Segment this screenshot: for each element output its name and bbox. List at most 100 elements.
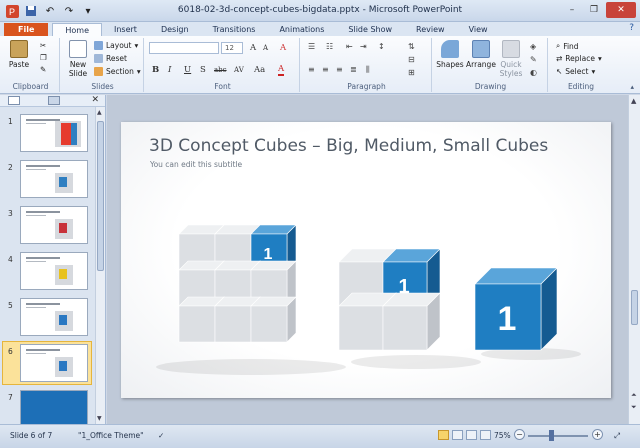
pane-scrollbar[interactable]: ▲ ▼ xyxy=(95,107,105,424)
line-spacing-icon[interactable]: ↕ xyxy=(378,42,385,51)
change-case-button[interactable]: Aa xyxy=(254,65,265,75)
slideshow-icon[interactable] xyxy=(480,430,491,440)
slides-group: New Slide Layout ▾ Reset Section ▾ Slide… xyxy=(62,38,144,92)
decrease-indent-icon[interactable]: ⇤ xyxy=(346,42,353,51)
big-cube-block-front xyxy=(178,305,216,343)
section-button[interactable]: Section ▾ xyxy=(94,67,141,76)
text-direction-icon[interactable]: ⇅ xyxy=(408,42,415,51)
shapes-icon xyxy=(441,40,459,58)
find-icon: ⌕ xyxy=(556,41,561,50)
shrink-font-button[interactable]: A xyxy=(263,44,268,52)
reset-button[interactable]: Reset xyxy=(94,54,127,63)
quick-styles-button[interactable]: Quick Styles xyxy=(498,40,524,78)
medium-cube-block-front xyxy=(338,305,384,351)
zoom-out-icon[interactable]: − xyxy=(514,429,525,440)
slide-thumbnail-image xyxy=(20,344,88,382)
slide-indicator: Slide 6 of 7 xyxy=(10,431,53,440)
zoom-slider[interactable] xyxy=(528,435,588,437)
justify-icon[interactable]: ≣ xyxy=(350,65,357,74)
slide-number: 1 xyxy=(8,117,13,126)
shadow-button[interactable]: S xyxy=(200,65,206,75)
next-slide-icon[interactable]: ⏷ xyxy=(631,403,637,412)
copy-icon[interactable]: ❐ xyxy=(40,53,47,62)
reading-view-icon[interactable] xyxy=(466,430,477,440)
current-slide[interactable]: 3D Concept Cubes – Big, Medium, Small Cu… xyxy=(121,122,611,398)
tab-view[interactable]: View xyxy=(457,23,500,36)
replace-button[interactable]: ⇄ Replace ▾ xyxy=(556,54,602,63)
tab-transitions[interactable]: Transitions xyxy=(201,23,268,36)
normal-view-icon[interactable] xyxy=(438,430,449,440)
tab-insert[interactable]: Insert xyxy=(102,23,149,36)
font-size-input[interactable]: 12 xyxy=(221,42,243,54)
zoom-level[interactable]: 75% xyxy=(494,431,511,440)
align-left-icon[interactable]: ≡ xyxy=(308,65,315,74)
quick-styles-icon xyxy=(502,40,520,58)
tab-slide-show[interactable]: Slide Show xyxy=(336,23,404,36)
zoom-in-icon[interactable]: + xyxy=(592,429,603,440)
minimize-button[interactable]: – xyxy=(562,2,582,18)
tab-design[interactable]: Design xyxy=(149,23,201,36)
maximize-button[interactable]: ❐ xyxy=(584,2,604,18)
arrange-button[interactable]: Arrange xyxy=(466,40,496,69)
find-button[interactable]: ⌕ Find xyxy=(556,41,579,51)
scroll-up-icon[interactable]: ▲ xyxy=(97,109,102,116)
align-text-icon[interactable]: ⊟ xyxy=(408,55,415,64)
close-button[interactable]: ✕ xyxy=(606,2,636,18)
bold-button[interactable]: B xyxy=(152,65,159,75)
close-pane-icon[interactable]: ✕ xyxy=(91,95,99,105)
align-center-icon[interactable]: ≡ xyxy=(322,65,329,74)
increase-indent-icon[interactable]: ⇥ xyxy=(360,42,367,51)
slide-scrollbar[interactable]: ▲ ⏶ ⏷ xyxy=(628,95,640,424)
fit-slide-icon[interactable]: ⤢ xyxy=(614,431,620,441)
slide-scroll-thumb[interactable] xyxy=(631,290,638,325)
strikethrough-button[interactable]: abc xyxy=(214,66,227,74)
bullets-icon[interactable]: ☰ xyxy=(308,42,315,51)
title-bar: P ↶ ↷ ▾ 6018-02-3d-concept-cubes-bigdata… xyxy=(0,0,640,22)
clear-formatting-button[interactable]: A xyxy=(280,43,286,53)
grow-font-button[interactable]: A xyxy=(250,43,256,53)
italic-button[interactable]: I xyxy=(168,65,171,75)
ribbon: Paste ✂ ❐ ✎ Clipboard New Slide Layout ▾… xyxy=(0,36,640,94)
help-icon[interactable]: ? xyxy=(629,23,634,33)
shape-outline-icon[interactable]: ✎ xyxy=(530,55,537,64)
previous-slide-icon[interactable]: ⏶ xyxy=(631,391,637,400)
numbering-icon[interactable]: ☷ xyxy=(326,42,333,51)
clipboard-group: Paste ✂ ❐ ✎ Clipboard xyxy=(2,38,60,92)
shape-effects-icon[interactable]: ◐ xyxy=(530,68,537,77)
slides-tab-icon[interactable] xyxy=(8,96,20,105)
collapse-ribbon-icon[interactable]: ▴ xyxy=(630,83,634,91)
cube-shadow xyxy=(156,359,346,375)
outline-tab-icon[interactable] xyxy=(48,96,60,105)
cut-icon[interactable]: ✂ xyxy=(40,41,46,50)
tab-review[interactable]: Review xyxy=(404,23,457,36)
select-button[interactable]: ↖ Select ▾ xyxy=(556,67,595,76)
new-slide-button[interactable]: New Slide xyxy=(64,40,92,78)
layout-button[interactable]: Layout ▾ xyxy=(94,41,138,50)
columns-icon[interactable]: ⫼ xyxy=(366,65,370,75)
arrange-label: Arrange xyxy=(466,60,496,69)
font-name-input[interactable] xyxy=(149,42,219,54)
find-label: Find xyxy=(563,41,579,51)
paste-button[interactable]: Paste xyxy=(6,40,32,69)
big-cube-label: 1 xyxy=(264,246,273,263)
scroll-down-icon[interactable]: ▼ xyxy=(97,415,102,422)
tab-file[interactable]: File xyxy=(4,23,49,36)
replace-icon: ⇄ xyxy=(556,54,563,63)
shape-fill-icon[interactable]: ◈ xyxy=(530,42,536,51)
character-spacing-button[interactable]: AV xyxy=(234,66,244,74)
slide-thumbnail-image xyxy=(20,298,88,336)
slide-number: 2 xyxy=(8,163,13,172)
smartart-icon[interactable]: ⊞ xyxy=(408,68,415,77)
zoom-slider-thumb[interactable] xyxy=(549,430,554,441)
shapes-button[interactable]: Shapes xyxy=(436,40,464,69)
tab-home[interactable]: Home xyxy=(52,23,102,36)
spell-check-icon[interactable]: ✓ xyxy=(158,431,164,440)
underline-button[interactable]: U xyxy=(184,65,191,75)
font-color-button[interactable]: A xyxy=(278,65,285,76)
scroll-up-icon[interactable]: ▲ xyxy=(631,97,636,105)
format-painter-icon[interactable]: ✎ xyxy=(40,65,46,74)
pane-scroll-thumb[interactable] xyxy=(97,121,104,271)
tab-animations[interactable]: Animations xyxy=(267,23,336,36)
align-right-icon[interactable]: ≡ xyxy=(336,65,343,74)
slide-sorter-icon[interactable] xyxy=(452,430,463,440)
